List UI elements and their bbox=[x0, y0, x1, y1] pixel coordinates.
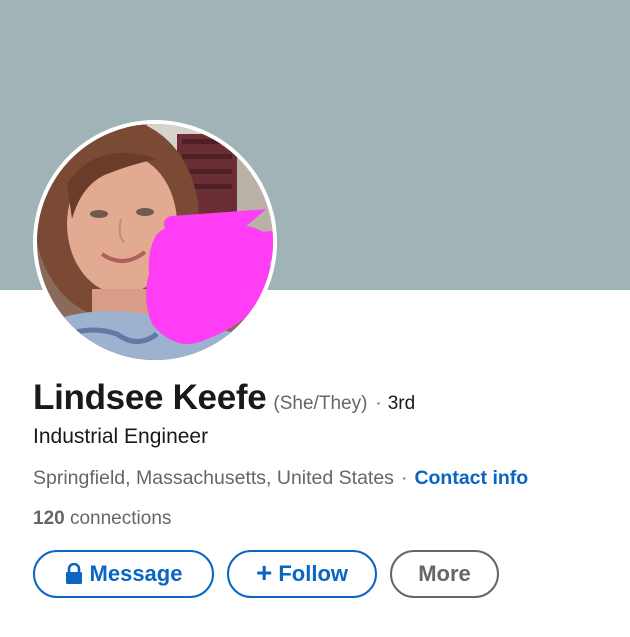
more-label: More bbox=[418, 561, 471, 586]
degree-separator: · bbox=[375, 393, 382, 414]
message-label: Message bbox=[89, 561, 183, 586]
lock-icon bbox=[65, 563, 83, 585]
contact-info-link[interactable]: Contact info bbox=[414, 467, 528, 490]
profile-actions: Message + Follow More bbox=[33, 550, 499, 598]
connections-label: connections bbox=[69, 508, 172, 529]
follow-label: Follow bbox=[278, 561, 348, 586]
connections-number: 120 bbox=[33, 508, 65, 529]
message-button[interactable]: Message bbox=[33, 550, 214, 598]
location: Springfield, Massachusetts, United State… bbox=[33, 467, 394, 489]
connections-count[interactable]: 120 connections bbox=[33, 508, 171, 530]
profile-name-row: Lindsee Keefe (She/They) · 3rd bbox=[33, 378, 415, 418]
profile-name: Lindsee Keefe bbox=[33, 378, 267, 417]
location-separator: · bbox=[400, 467, 408, 489]
connection-degree: · 3rd bbox=[375, 393, 415, 415]
profile-photo[interactable] bbox=[33, 120, 277, 364]
plus-icon: + bbox=[255, 557, 273, 588]
location-row: Springfield, Massachusetts, United State… bbox=[33, 467, 528, 490]
avatar-image bbox=[37, 124, 273, 360]
more-button[interactable]: More bbox=[390, 550, 499, 598]
profile-headline: Industrial Engineer bbox=[33, 425, 209, 448]
follow-button[interactable]: + Follow bbox=[227, 550, 377, 598]
pronouns: (She/They) bbox=[273, 393, 368, 414]
degree-label: 3rd bbox=[387, 393, 416, 414]
